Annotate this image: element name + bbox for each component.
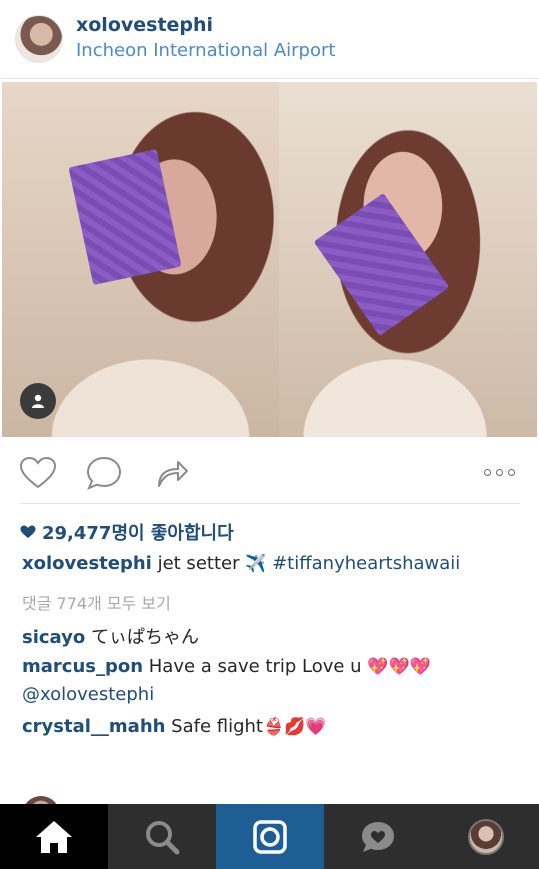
post-location[interactable]: Incheon International Airport: [76, 40, 335, 61]
comment-button[interactable]: [84, 453, 124, 493]
divider: [0, 78, 539, 79]
more-icon: [507, 468, 515, 476]
home-icon: [36, 820, 72, 853]
share-button[interactable]: [152, 453, 192, 493]
comment-username[interactable]: sicayo: [22, 627, 85, 648]
bottom-tab-bar: [0, 804, 539, 869]
comment-icon: [86, 456, 122, 490]
comment-mention[interactable]: @xolovestephi: [22, 684, 154, 705]
user-tag-button[interactable]: [20, 383, 56, 419]
heart-emoji-icon: 💖💖💖: [367, 657, 431, 677]
caption-hashtag[interactable]: #tiffanyheartshawaii: [266, 553, 460, 574]
profile-avatar: [467, 818, 504, 855]
emoji-icons: 👙💋💗: [263, 717, 327, 737]
share-icon: [158, 461, 188, 487]
person-icon: [32, 394, 44, 408]
post-header: xolovestephi Incheon International Airpo…: [0, 0, 539, 78]
comment-mention-line: @xolovestephi: [22, 684, 154, 705]
tab-home[interactable]: [0, 804, 108, 869]
camera-icon: [253, 819, 287, 854]
like-button[interactable]: [18, 453, 58, 493]
tab-camera[interactable]: [216, 804, 324, 869]
caption-username[interactable]: xolovestephi: [22, 553, 152, 574]
caption-text: jet setter: [151, 553, 246, 574]
more-icon: [483, 468, 491, 476]
post-actions: [0, 445, 539, 500]
tab-search[interactable]: [108, 804, 216, 869]
comment-text: Safe flight: [165, 716, 263, 737]
activity-icon: [362, 821, 394, 852]
comment-username[interactable]: marcus_pon: [22, 656, 143, 677]
passport-image: [313, 193, 450, 336]
comment-text: Have a save trip Love u: [143, 656, 368, 677]
comment-item: marcus_pon Have a save trip Love u 💖💖💖: [22, 656, 431, 677]
airplane-icon: ✈️: [245, 554, 267, 574]
more-options-button[interactable]: [479, 459, 519, 485]
tab-profile[interactable]: [432, 804, 539, 869]
heart-icon: [20, 525, 36, 538]
likes-count[interactable]: 29,477명이 좋아합니다: [20, 519, 234, 545]
comment-item: crystal__mahh Safe flight👙💋💗: [22, 716, 327, 737]
caption: xolovestephi jet setter ✈️ #tiffanyheart…: [22, 553, 460, 574]
more-icon: [495, 468, 503, 476]
post-photo-left[interactable]: [2, 82, 299, 437]
heart-icon: [19, 456, 57, 489]
comment-text: てぃぱちゃん: [85, 627, 199, 648]
passport-image: [68, 148, 182, 286]
view-all-comments[interactable]: 댓글 774개 모두 보기: [22, 590, 171, 614]
user-avatar[interactable]: [15, 15, 63, 63]
divider: [20, 503, 520, 504]
comment-username[interactable]: crystal__mahh: [22, 716, 165, 737]
likes-text: 29,477명이 좋아합니다: [42, 523, 234, 544]
post-photo-right[interactable]: [279, 82, 537, 437]
post-username[interactable]: xolovestephi: [76, 14, 213, 36]
comment-item: sicayo てぃぱちゃん: [22, 623, 199, 649]
tab-activity[interactable]: [324, 804, 432, 869]
search-icon: [146, 820, 180, 854]
